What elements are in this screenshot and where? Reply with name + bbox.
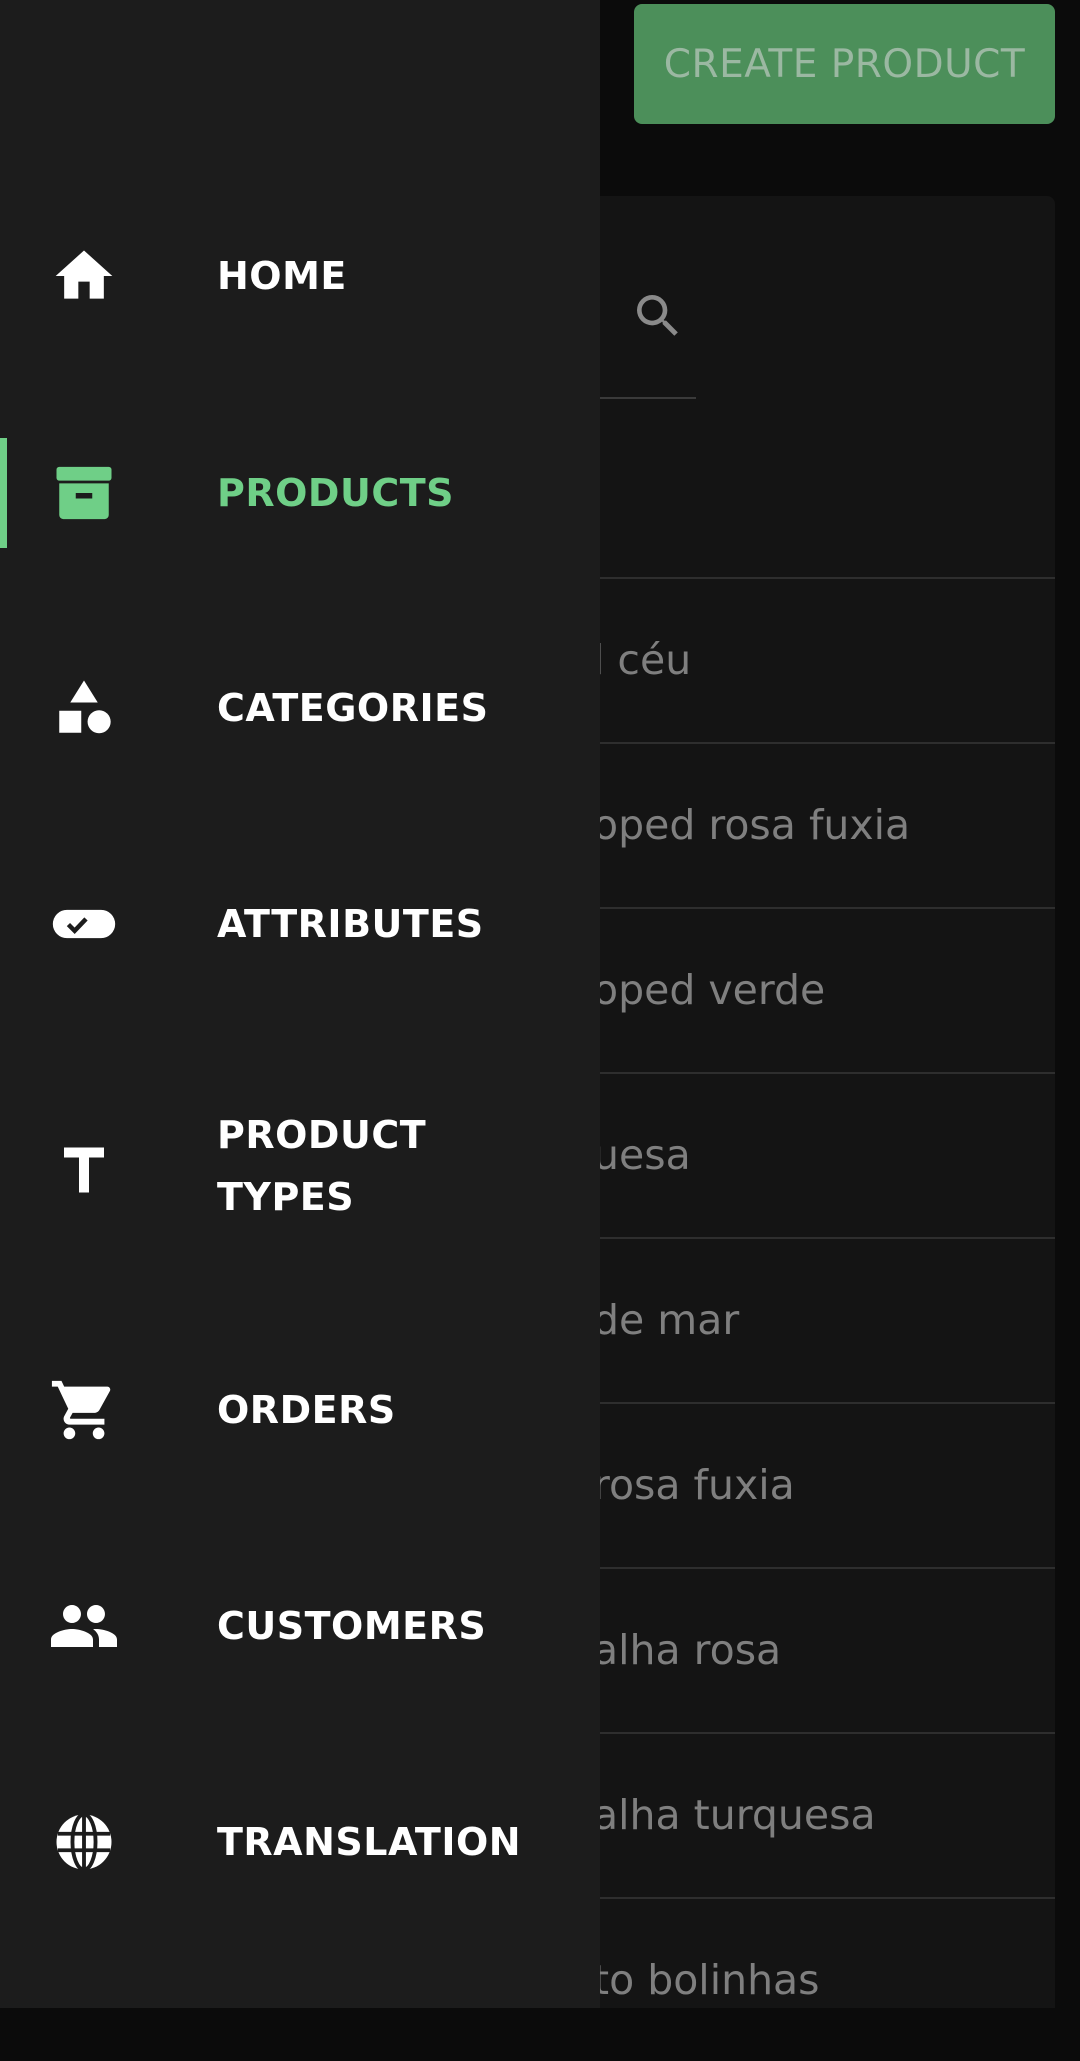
product-name: to bolinhas [593,1956,820,2004]
table-row[interactable]: to bolinhas [585,1897,1055,2061]
nav-item-attributes[interactable]: ATTRIBUTES [0,864,600,984]
nav-item-orders[interactable]: ORDERS [0,1350,600,1470]
table-row[interactable]: oped verde [585,907,1055,1071]
archive-icon [48,457,120,529]
text-t-icon [48,1134,120,1206]
navigation-drawer: HOME PRODUCTS CATEGORIES ATTRIBUTES PROD… [0,0,600,2008]
search-input-underline [585,397,696,399]
product-name: alha rosa [593,1626,782,1674]
table-row[interactable]: oped rosa fuxia [585,742,1055,906]
nav-item-label: TYPES [217,1175,355,1219]
product-name: alha turquesa [593,1791,876,1839]
table-row[interactable]: uesa [585,1072,1055,1236]
table-row[interactable]: alha rosa [585,1567,1055,1731]
globe-icon [48,1806,120,1878]
search-icon[interactable] [630,288,686,344]
nav-item-customers[interactable]: CUSTOMERS [0,1566,600,1686]
table-row[interactable]: alha turquesa [585,1732,1055,1896]
nav-item-label: ORDERS [217,1388,396,1432]
nav-item-label: CUSTOMERS [217,1604,487,1648]
nav-item-product-types[interactable]: PRODUCT TYPES [0,1100,600,1240]
nav-item-label: HOME [217,254,347,298]
nav-item-label: PRODUCTS [217,471,454,515]
product-name: oped verde [593,966,826,1014]
cart-icon [48,1374,120,1446]
active-indicator [0,438,7,548]
product-name: l céu [593,636,692,684]
people-icon [48,1590,120,1662]
nav-item-home[interactable]: HOME [0,216,600,336]
product-name: oped rosa fuxia [593,801,911,849]
nav-item-label: ATTRIBUTES [217,902,484,946]
product-name: de mar [593,1296,740,1344]
product-name: uesa [593,1131,691,1179]
nav-item-categories[interactable]: CATEGORIES [0,648,600,768]
table-row[interactable]: de mar [585,1237,1055,1401]
nav-item-label: PRODUCT [217,1113,427,1157]
nav-item-translation[interactable]: TRANSLATION [0,1782,600,1902]
toggle-check-icon [48,888,120,960]
create-product-button[interactable]: CREATE PRODUCT [634,4,1055,124]
product-name: rosa fuxia [593,1461,795,1509]
table-row[interactable]: rosa fuxia [585,1402,1055,1566]
table-row[interactable]: l céu [585,577,1055,741]
nav-item-products[interactable]: PRODUCTS [0,438,600,548]
nav-item-label: CATEGORIES [217,686,489,730]
shapes-icon [48,672,120,744]
nav-item-label: TRANSLATION [217,1820,522,1864]
home-icon [48,240,120,312]
